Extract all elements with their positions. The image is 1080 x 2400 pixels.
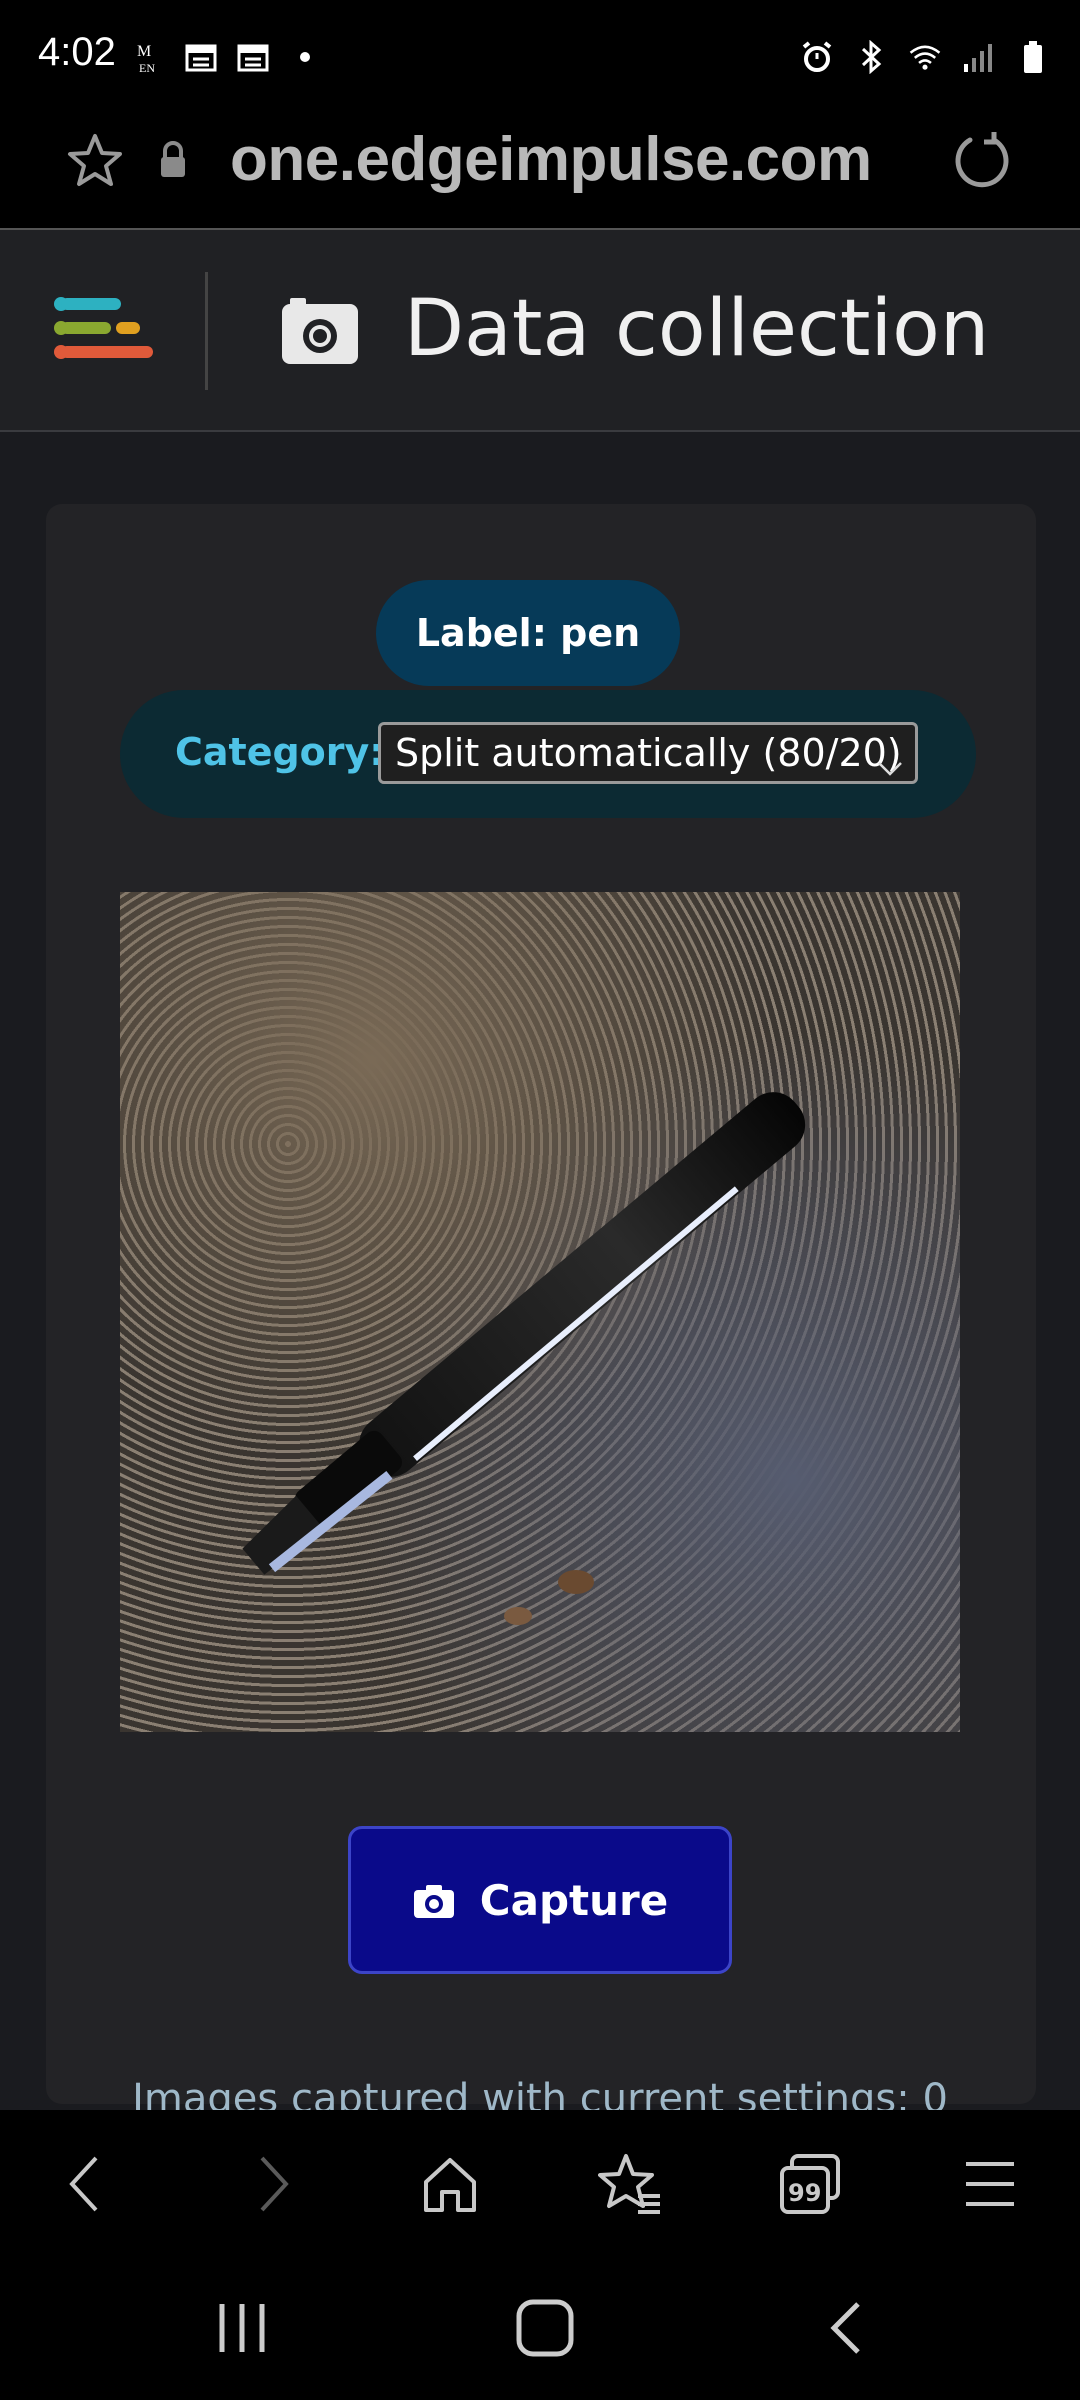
calendar-icon: [236, 40, 270, 74]
category-select-value: Split automatically (80/20): [395, 731, 902, 775]
back-button-icon[interactable]: [818, 2298, 878, 2358]
dot-icon: [288, 40, 322, 74]
capture-label: Capture: [479, 1875, 669, 1925]
system-navigation-bar: [0, 2258, 1080, 2400]
menu-icon[interactable]: [958, 2152, 1022, 2216]
back-arrow-icon[interactable]: [56, 2152, 120, 2216]
bookmarks-icon[interactable]: [598, 2152, 662, 2216]
recent-apps-icon[interactable]: [212, 2298, 272, 2358]
svg-text:EN: EN: [139, 61, 155, 74]
camera-preview: [120, 892, 960, 1732]
chevron-down-icon: [877, 743, 903, 776]
page-title: Data collection: [404, 284, 990, 374]
url-bar[interactable]: one.edgeimpulse.com: [0, 118, 1080, 230]
alarm-icon: [800, 40, 834, 74]
status-time: 4:02: [38, 30, 116, 74]
bookmark-star-icon[interactable]: [66, 132, 124, 190]
tabs-icon[interactable]: 99: [778, 2152, 842, 2216]
calendar-icon: [184, 40, 218, 74]
status-right-icons: [800, 40, 1050, 74]
lock-icon: [158, 140, 188, 180]
category-select[interactable]: Split automatically (80/20): [378, 722, 918, 784]
svg-text:M: M: [137, 43, 151, 60]
url-text[interactable]: one.edgeimpulse.com: [230, 124, 872, 195]
capture-button[interactable]: Capture: [348, 1826, 732, 1974]
label-badge[interactable]: Label: pen: [376, 580, 680, 686]
wifi-icon: [908, 40, 942, 74]
status-left-icons: M EN: [132, 40, 322, 74]
reload-icon[interactable]: [950, 128, 1014, 192]
forward-arrow-icon[interactable]: [238, 2152, 302, 2216]
browser-toolbar: 99: [0, 2110, 1080, 2258]
home-button-icon[interactable]: [515, 2298, 575, 2358]
camera-icon: [280, 296, 360, 366]
bluetooth-icon: [854, 40, 888, 74]
battery-icon: [1016, 40, 1050, 74]
svg-text:99: 99: [788, 2179, 821, 2207]
mail-icon: M EN: [132, 40, 166, 74]
header-divider: [205, 272, 208, 390]
app-header: Data collection: [0, 230, 1080, 432]
camera-icon: [412, 1881, 456, 1919]
home-icon[interactable]: [418, 2152, 482, 2216]
pen-image: [242, 1092, 806, 1625]
signal-icon: [962, 40, 996, 74]
category-label: Category:: [175, 730, 385, 774]
status-bar: 4:02 M EN: [0, 0, 1080, 118]
edge-impulse-logo[interactable]: [52, 292, 156, 368]
